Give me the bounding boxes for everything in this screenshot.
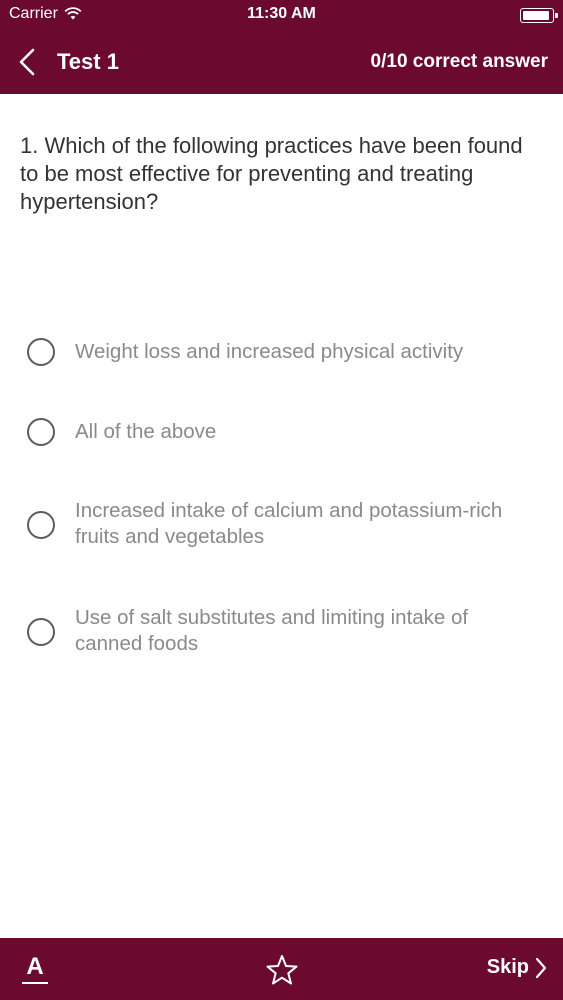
nav-bar: Test 1 0/10 correct answer — [0, 30, 563, 94]
answer-option-label: Weight loss and increased physical activ… — [75, 340, 464, 363]
radio-button[interactable] — [27, 338, 55, 366]
bottom-toolbar: A Skip — [0, 938, 563, 1000]
chevron-right-icon — [535, 957, 547, 978]
battery-icon — [520, 8, 558, 23]
font-size-button[interactable]: A — [22, 954, 48, 986]
back-button[interactable] — [12, 44, 42, 80]
star-outline-icon — [266, 955, 298, 985]
answer-option-label: Increased intake of calcium and potassiu… — [75, 499, 503, 548]
page-title: Test 1 — [57, 49, 119, 74]
skip-button[interactable]: Skip — [487, 956, 547, 979]
radio-button[interactable] — [27, 511, 55, 539]
answer-option-label: Use of salt substitutes and limiting int… — [75, 606, 469, 655]
radio-button[interactable] — [27, 418, 55, 446]
favorite-button[interactable] — [265, 953, 299, 987]
font-size-icon-underline — [22, 982, 48, 984]
skip-label: Skip — [486, 956, 529, 978]
font-size-icon: A — [26, 953, 44, 980]
answer-option-label: All of the above — [75, 420, 217, 443]
radio-button[interactable] — [27, 618, 55, 646]
question-text: 1. Which of the following practices have… — [20, 133, 523, 214]
battery-level — [523, 11, 549, 20]
score-counter: 0/10 correct answer — [370, 51, 548, 72]
chevron-left-icon — [19, 48, 35, 76]
status-bar: Carrier 11:30 AM — [0, 0, 563, 30]
clock: 11:30 AM — [247, 5, 316, 22]
